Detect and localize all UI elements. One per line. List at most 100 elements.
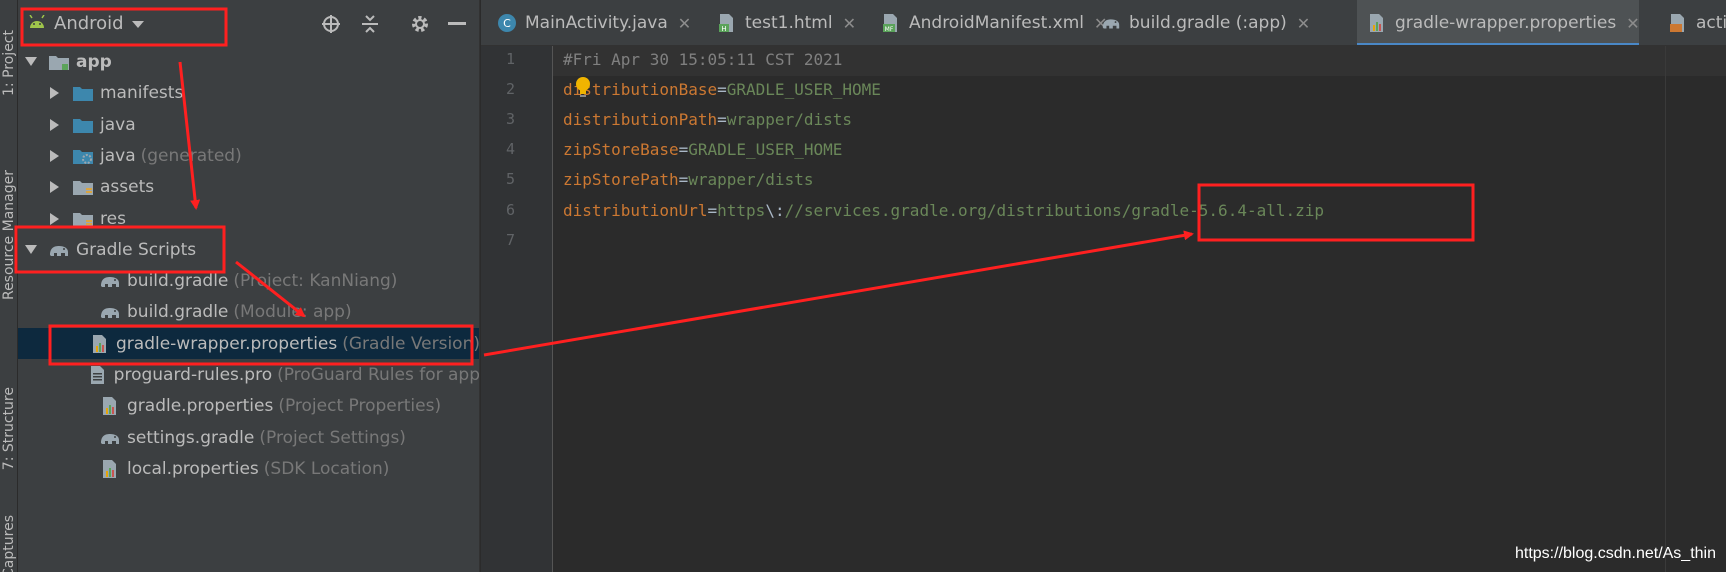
tree-item-hint: (generated): [140, 145, 242, 166]
generated-folder-icon: [72, 146, 94, 166]
tree-item-name: build.gradle: [127, 301, 229, 322]
editor-tab-label: gradle-wrapper.properties: [1395, 13, 1617, 33]
code-line: zipStorePath=wrapper/dists: [563, 170, 813, 189]
locate-icon[interactable]: [320, 13, 342, 35]
tree-item[interactable]: gradle.properties (Project Properties): [18, 390, 479, 421]
close-tab-icon[interactable]: ✕: [843, 14, 856, 33]
project-panel: Android app manifests java java (generat…: [18, 0, 480, 572]
module-folder-icon: [48, 52, 70, 72]
property-value: GRADLE_USER_HOME: [688, 140, 843, 159]
tree-item[interactable]: build.gradle (Module: app): [18, 296, 479, 327]
svg-text:H: H: [721, 25, 726, 33]
close-tab-icon[interactable]: ✕: [1626, 14, 1639, 33]
collapsed-arrow-icon[interactable]: [48, 86, 62, 100]
svg-text:C: C: [503, 17, 511, 30]
tree-item[interactable]: res: [18, 203, 479, 234]
property-value: wrapper/dists: [688, 170, 814, 189]
manifest-file-icon: MF: [881, 13, 901, 33]
tree-item[interactable]: settings.gradle (Project Settings): [18, 422, 479, 453]
line-number: 5: [505, 170, 515, 188]
tree-item[interactable]: proguard-rules.pro (ProGuard Rules for ap…: [18, 359, 480, 390]
property-value: GRADLE_USER_HOME: [726, 80, 881, 99]
tree-item[interactable]: Gradle Scripts: [18, 234, 479, 265]
close-tab-icon[interactable]: ✕: [1297, 14, 1310, 33]
gradle-elephant-icon: [48, 240, 70, 260]
tree-item[interactable]: java (generated): [18, 140, 479, 171]
tree-item-hint: (Module: app): [233, 301, 352, 322]
property-separator: =: [717, 80, 727, 99]
project-tool-tab[interactable]: 1: Project: [0, 4, 18, 122]
code-line: zipStoreBase=GRADLE_USER_HOME: [563, 140, 842, 159]
collapsed-arrow-icon[interactable]: [48, 149, 62, 163]
collapsed-arrow-icon[interactable]: [48, 180, 62, 194]
watermark-text: https://blog.csdn.net/As_thin: [1514, 545, 1716, 562]
tree-item[interactable]: build.gradle (Project: KanNiang): [18, 265, 479, 296]
tree-item-hint: (ProGuard Rules for app: [277, 364, 480, 385]
line-number: 1: [505, 50, 515, 68]
tree-item-hint: (Project Settings): [259, 427, 406, 448]
gear-icon[interactable]: [409, 13, 431, 35]
gradle-elephant-icon: [99, 271, 121, 291]
property-separator: =: [717, 110, 727, 129]
editor-tab-label: MainActivity.java: [525, 13, 668, 33]
property-key: zipStorePath: [563, 170, 679, 189]
gradle-elephant-icon: [99, 302, 121, 322]
res-folder-icon: [72, 209, 94, 229]
editor-tab[interactable]: C MainActivity.java ✕: [487, 0, 699, 45]
html-file-icon: H: [717, 13, 737, 33]
editor-tab[interactable]: build.gradle (:app) ✕: [1091, 0, 1351, 45]
tree-item-name: gradle.properties: [127, 395, 274, 416]
editor-tab-bar: C MainActivity.java ✕ Htest1.html ✕ MF Android…: [481, 0, 1726, 46]
line-number-gutter: 1 2 3 4 5 6 7: [481, 46, 553, 572]
editor-tab[interactable]: gradle-wrapper.properties ✕: [1357, 0, 1640, 45]
collapsed-arrow-icon[interactable]: [48, 212, 62, 226]
hide-panel-icon[interactable]: [446, 13, 468, 35]
text-file-icon: [88, 365, 108, 385]
java-class-icon: C: [497, 13, 517, 33]
editor-tab[interactable]: MF AndroidManifest.xml ✕: [871, 0, 1107, 45]
tree-item-name: build.gradle: [127, 270, 229, 291]
resource-manager-tab-label: Resource Manager: [1, 169, 17, 301]
line-number: 3: [505, 110, 515, 128]
tree-item-name: app: [76, 51, 112, 72]
captures-tool-tab[interactable]: Captures: [0, 515, 18, 572]
tree-item[interactable]: gradle-wrapper.properties (Gradle Version…: [18, 328, 479, 359]
tree-item[interactable]: assets: [18, 171, 479, 202]
tree-item[interactable]: app: [18, 46, 479, 77]
property-separator: =: [707, 201, 718, 220]
property-value: wrapper/dists: [726, 110, 852, 129]
editor-tab[interactable]: Htest1.html ✕: [707, 0, 865, 45]
properties-file-icon: [99, 396, 121, 416]
folder-icon: [72, 115, 94, 135]
line-number: 6: [505, 201, 515, 219]
structure-tool-tab[interactable]: 7: Structure: [0, 368, 18, 490]
line-number: 2: [505, 80, 515, 98]
collapsed-arrow-icon[interactable]: [48, 118, 62, 132]
tree-item-name: java: [100, 114, 136, 135]
code-line: distributionUrl=https\://services.gradle…: [563, 201, 1324, 220]
editor-area: C MainActivity.java ✕ Htest1.html ✕ MF Android…: [481, 0, 1726, 572]
editor-tab[interactable]: acti: [1658, 0, 1726, 45]
project-panel-toolbar: Android: [18, 0, 479, 46]
captures-tab-label: Captures: [1, 514, 17, 572]
tree-item[interactable]: java: [18, 109, 479, 140]
tree-item[interactable]: local.properties (SDK Location): [18, 453, 479, 484]
project-view-selector[interactable]: Android: [28, 11, 144, 35]
resource-manager-tool-tab[interactable]: Resource Manager: [0, 160, 18, 310]
close-tab-icon[interactable]: ✕: [678, 14, 691, 33]
property-separator: =: [678, 170, 689, 189]
tree-item-name: gradle-wrapper.properties: [116, 333, 338, 354]
project-tool-tab-label: 1: Project: [1, 30, 17, 96]
line-number: 7: [505, 231, 515, 249]
collapse-all-icon[interactable]: [359, 13, 381, 35]
expanded-arrow-icon[interactable]: [24, 243, 38, 257]
lightbulb-icon[interactable]: [573, 76, 593, 98]
chevron-down-icon: [131, 13, 144, 34]
tree-item-name: java: [100, 145, 136, 166]
escape-sequence: \:: [765, 201, 785, 220]
tree-item[interactable]: manifests: [18, 77, 479, 108]
editor-tab-label: AndroidManifest.xml: [909, 13, 1085, 33]
expanded-arrow-icon[interactable]: [24, 55, 38, 69]
code-line: distributionPath=wrapper/dists: [563, 110, 852, 129]
editor-tab-label: acti: [1696, 13, 1726, 33]
